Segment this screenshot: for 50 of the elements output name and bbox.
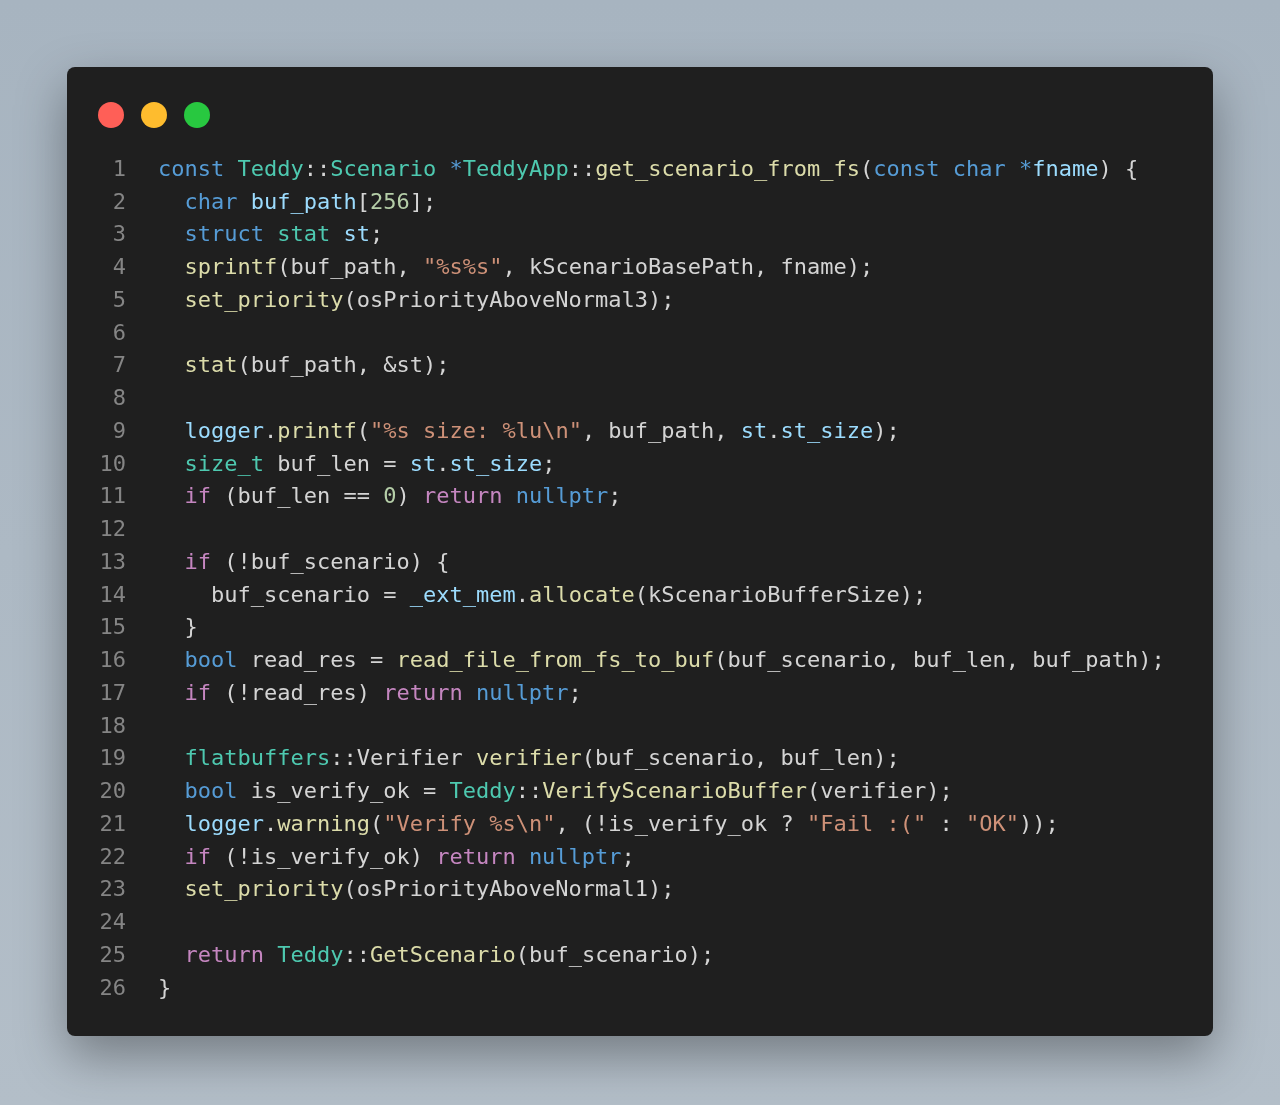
code-line: bool is_verify_ok = Teddy::VerifyScenarioBuffer(verifier); xyxy=(183,778,953,804)
line-number: 8 xyxy=(111,385,126,411)
code-line: } xyxy=(158,974,172,1000)
code-line: set_priority(osPriorityAboveNormal1); xyxy=(183,876,675,902)
code-line: } xyxy=(183,614,198,640)
line-number: 20 xyxy=(98,778,126,804)
line-number: 9 xyxy=(111,417,126,443)
code-line: flatbuffers::Verifier verifier(buf_scenario, buf_len); xyxy=(183,745,900,771)
code-line: if (!read_res) return nullptr; xyxy=(183,679,582,705)
code-line: buf_scenario = _ext_mem.allocate(kScenarioBufferSize); xyxy=(209,581,927,607)
code-line: return Teddy::GetScenario(buf_scenario); xyxy=(183,941,715,967)
line-number: 4 xyxy=(111,254,126,280)
line-number: 1 xyxy=(111,155,126,181)
code-line: logger.warning("Verify %s\n", (!is_verify_ok ? "Fail :(" : "OK")); xyxy=(183,810,1059,836)
code-line: if (!is_verify_ok) return nullptr; xyxy=(183,843,635,869)
window-control-dot xyxy=(98,102,124,128)
code-line: sprintf(buf_path, "%s%s", kScenarioBasePath, fname); xyxy=(183,254,874,280)
window-control-dot xyxy=(141,102,167,128)
line-number: 13 xyxy=(98,548,126,574)
code-line: logger.printf("%s size: %lu\n", buf_path, st.st_size); xyxy=(183,417,900,443)
code-line: if (buf_len == 0) return nullptr; xyxy=(183,483,622,509)
line-number: 23 xyxy=(98,876,126,902)
line-number: 21 xyxy=(98,810,126,836)
line-number: 24 xyxy=(98,909,126,935)
line-number: 14 xyxy=(98,581,126,607)
window-control-dot xyxy=(184,102,210,128)
line-number: 3 xyxy=(111,221,126,247)
line-number: 10 xyxy=(98,450,126,476)
line-number: 25 xyxy=(98,941,126,967)
line-number: 17 xyxy=(98,679,126,705)
code-line: bool read_res = read_file_from_fs_to_buf(buf_scenario, buf_len, buf_path); xyxy=(183,647,1165,673)
line-number: 11 xyxy=(98,483,126,509)
line-number: 15 xyxy=(98,614,126,640)
line-number: 16 xyxy=(98,647,126,673)
code-line: stat(buf_path, &st); xyxy=(183,352,450,378)
code-line: const Teddy::Scenario *TeddyApp::get_scenario_from_fs(const char *fname) { xyxy=(158,155,1139,181)
line-number: 2 xyxy=(111,188,126,214)
line-number: 5 xyxy=(111,286,126,312)
code-line: struct stat st; xyxy=(183,221,384,247)
line-number: 6 xyxy=(111,319,126,345)
code-line: if (!buf_scenario) { xyxy=(183,548,450,574)
code-line: set_priority(osPriorityAboveNormal3); xyxy=(183,286,675,312)
code-line: char buf_path[256]; xyxy=(183,188,437,214)
line-number: 26 xyxy=(98,974,126,1000)
line-number: 19 xyxy=(98,745,126,771)
code-line: size_t buf_len = st.st_size; xyxy=(183,450,556,476)
line-number: 18 xyxy=(98,712,126,738)
line-number: 22 xyxy=(98,843,126,869)
line-number: 12 xyxy=(98,516,126,542)
line-number: 7 xyxy=(111,352,126,378)
